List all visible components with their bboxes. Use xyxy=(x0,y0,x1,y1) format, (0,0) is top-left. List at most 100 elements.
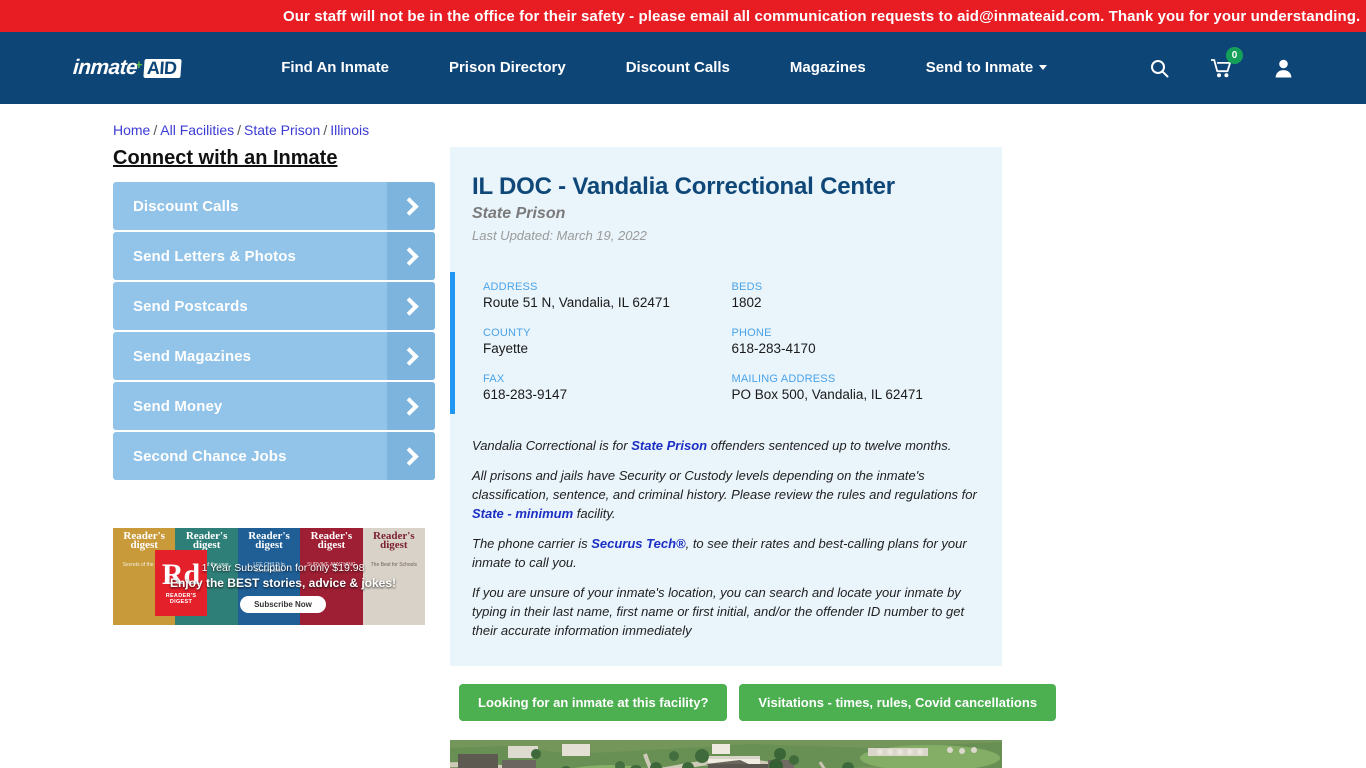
cart-icon[interactable]: 0 xyxy=(1210,47,1243,80)
page-title: IL DOC - Vandalia Correctional Center xyxy=(472,173,895,200)
info-label: BEDS xyxy=(731,281,763,293)
info-label: MAILING ADDRESS xyxy=(731,373,836,385)
chevron-right-icon xyxy=(387,382,435,430)
nav-link-send-to-inmate[interactable]: Send to Inmate xyxy=(896,59,1078,76)
info-label: FAX xyxy=(483,373,505,385)
facility-info-column-right: BEDS 1802 PHONE 618-283-4170 MAILING ADD… xyxy=(732,281,981,402)
link-state-minimum[interactable]: State - minimum xyxy=(472,506,573,521)
info-value: 618-283-9147 xyxy=(483,387,568,402)
chevron-right-icon xyxy=(387,232,435,280)
site-logo[interactable]: inmate + AID xyxy=(72,55,181,81)
info-item-address: ADDRESS Route 51 N, Vandalia, IL 62471 xyxy=(483,281,732,310)
sidebar-item-send-magazines[interactable]: Send Magazines xyxy=(113,332,435,380)
desc-text: Vandalia Correctional is for xyxy=(472,438,632,453)
sidebar-item-label: Send Letters & Photos xyxy=(133,247,296,265)
link-state-prison[interactable]: State Prison xyxy=(631,438,707,453)
logo-word: inmate xyxy=(72,56,138,79)
breadcrumb-separator: / xyxy=(237,122,242,138)
user-icon[interactable] xyxy=(1272,56,1294,80)
facility-satellite-map[interactable] xyxy=(450,740,1002,768)
info-value: 1802 xyxy=(731,295,762,310)
info-item-county: COUNTY Fayette xyxy=(483,327,732,356)
facility-info-block: ADDRESS Route 51 N, Vandalia, IL 62471 C… xyxy=(450,272,1002,414)
desc-text: offenders sentenced up to twelve months. xyxy=(707,438,952,453)
info-value: 618-283-4170 xyxy=(731,341,816,356)
layout-columns: Connect with an Inmate Discount Calls Se… xyxy=(0,147,1366,768)
facility-card: IL DOC - Vandalia Correctional Center St… xyxy=(450,147,1002,666)
chevron-right-icon xyxy=(387,182,435,230)
facility-last-updated: Last Updated: March 19, 2022 xyxy=(472,228,647,243)
breadcrumb-separator: / xyxy=(323,122,328,138)
sidebar-item-label: Send Money xyxy=(133,397,223,415)
breadcrumb: Home / All Facilities / State Prison / Illinoi… xyxy=(113,122,1366,138)
sidebar-item-discount-calls[interactable]: Discount Calls xyxy=(113,182,435,230)
desc-text: All prisons and jails have Security or C… xyxy=(472,468,977,502)
breadcrumb-separator: / xyxy=(153,122,158,138)
visitations-button[interactable]: Visitations - times, rules, Covid cancel… xyxy=(739,684,1057,721)
ad-subscribe-button[interactable]: Subscribe Now xyxy=(240,596,326,613)
nav-item-discount-calls[interactable]: Discount Calls xyxy=(596,59,760,77)
facility-action-buttons: Looking for an inmate at this facility? … xyxy=(450,684,1057,721)
main-content: IL DOC - Vandalia Correctional Center St… xyxy=(450,147,1057,768)
info-value: Fayette xyxy=(483,341,529,356)
logo-aid: AID xyxy=(143,58,181,78)
sidebar-item-second-chance-jobs[interactable]: Second Chance Jobs xyxy=(113,432,435,480)
ad-headline: 1 Year Subscription for only $19.98 xyxy=(201,562,365,574)
sidebar-title: Connect with an Inmate xyxy=(113,147,338,169)
nav-item-prison-directory[interactable]: Prison Directory xyxy=(419,59,596,77)
chevron-right-icon xyxy=(387,432,435,480)
info-item-beds: BEDS 1802 xyxy=(732,281,981,310)
nav-link-discount-calls[interactable]: Discount Calls xyxy=(596,59,760,76)
facility-header: IL DOC - Vandalia Correctional Center St… xyxy=(450,173,1002,243)
chevron-down-icon xyxy=(1039,65,1048,70)
readers-digest-ad[interactable]: Reader's digest Secrets of the Mind Read… xyxy=(113,528,425,625)
info-label: COUNTY xyxy=(483,327,531,339)
facility-description: Vandalia Correctional is for State Priso… xyxy=(450,414,1002,666)
info-item-phone: PHONE 618-283-4170 xyxy=(732,327,981,356)
desc-text: facility. xyxy=(573,506,616,521)
nav-item-send-to-inmate[interactable]: Send to Inmate xyxy=(896,59,1078,77)
nav-item-magazines[interactable]: Magazines xyxy=(760,59,896,77)
sidebar-item-send-letters-photos[interactable]: Send Letters & Photos xyxy=(113,232,435,280)
desc-text: The phone carrier is xyxy=(472,536,592,551)
page-content: Home / All Facilities / State Prison / Illinoi… xyxy=(0,122,1366,768)
info-value: Route 51 N, Vandalia, IL 62471 xyxy=(483,295,670,310)
info-value: PO Box 500, Vandalia, IL 62471 xyxy=(731,387,923,402)
ad-overlay: 1 Year Subscription for only $19.98 Enjo… xyxy=(113,528,425,625)
breadcrumb-item-illinois[interactable]: Illinois xyxy=(330,122,369,138)
nav-link-prison-directory[interactable]: Prison Directory xyxy=(419,59,596,76)
info-item-fax: FAX 618-283-9147 xyxy=(483,373,732,402)
sidebar-item-label: Send Postcards xyxy=(133,297,248,315)
nav-icon-group: 0 xyxy=(1148,47,1294,80)
sidebar-item-label: Discount Calls xyxy=(133,197,239,215)
nav-link-send-to-inmate-label: Send to Inmate xyxy=(925,59,1034,76)
facility-info-column-left: ADDRESS Route 51 N, Vandalia, IL 62471 C… xyxy=(483,281,732,402)
looking-for-inmate-button[interactable]: Looking for an inmate at this facility? xyxy=(459,684,728,721)
nav-link-find-an-inmate[interactable]: Find An Inmate xyxy=(251,59,419,76)
sidebar-item-label: Second Chance Jobs xyxy=(133,447,287,465)
main-navbar: inmate + AID Find An Inmate Prison Direc… xyxy=(0,32,1366,104)
satellite-image xyxy=(450,740,1002,768)
cart-count-badge: 0 xyxy=(1226,47,1243,64)
chevron-right-icon xyxy=(387,332,435,380)
description-paragraph-2: All prisons and jails have Security or C… xyxy=(472,466,980,523)
alert-banner: Our staff will not be in the office for … xyxy=(0,0,1366,32)
sidebar-item-send-money[interactable]: Send Money xyxy=(113,382,435,430)
nav-link-magazines[interactable]: Magazines xyxy=(760,59,896,76)
sidebar: Connect with an Inmate Discount Calls Se… xyxy=(0,147,435,768)
breadcrumb-item-home[interactable]: Home xyxy=(113,122,150,138)
search-icon[interactable] xyxy=(1148,56,1170,80)
alert-banner-text: Our staff will not be in the office for … xyxy=(283,7,1361,25)
link-securus-tech[interactable]: Securus Tech® xyxy=(591,536,685,551)
info-label: PHONE xyxy=(731,327,772,339)
description-paragraph-1: Vandalia Correctional is for State Priso… xyxy=(472,436,980,455)
ad-subheadline: Enjoy the BEST stories, advice & jokes! xyxy=(169,576,397,590)
breadcrumb-item-state-prison[interactable]: State Prison xyxy=(244,122,320,138)
nav-item-find-an-inmate[interactable]: Find An Inmate xyxy=(251,59,419,77)
sidebar-item-send-postcards[interactable]: Send Postcards xyxy=(113,282,435,330)
chevron-right-icon xyxy=(387,282,435,330)
sidebar-item-label: Send Magazines xyxy=(133,347,252,365)
breadcrumb-item-all-facilities[interactable]: All Facilities xyxy=(160,122,234,138)
info-item-mailing-address: MAILING ADDRESS PO Box 500, Vandalia, IL… xyxy=(732,373,981,402)
facility-type: State Prison xyxy=(472,205,566,222)
